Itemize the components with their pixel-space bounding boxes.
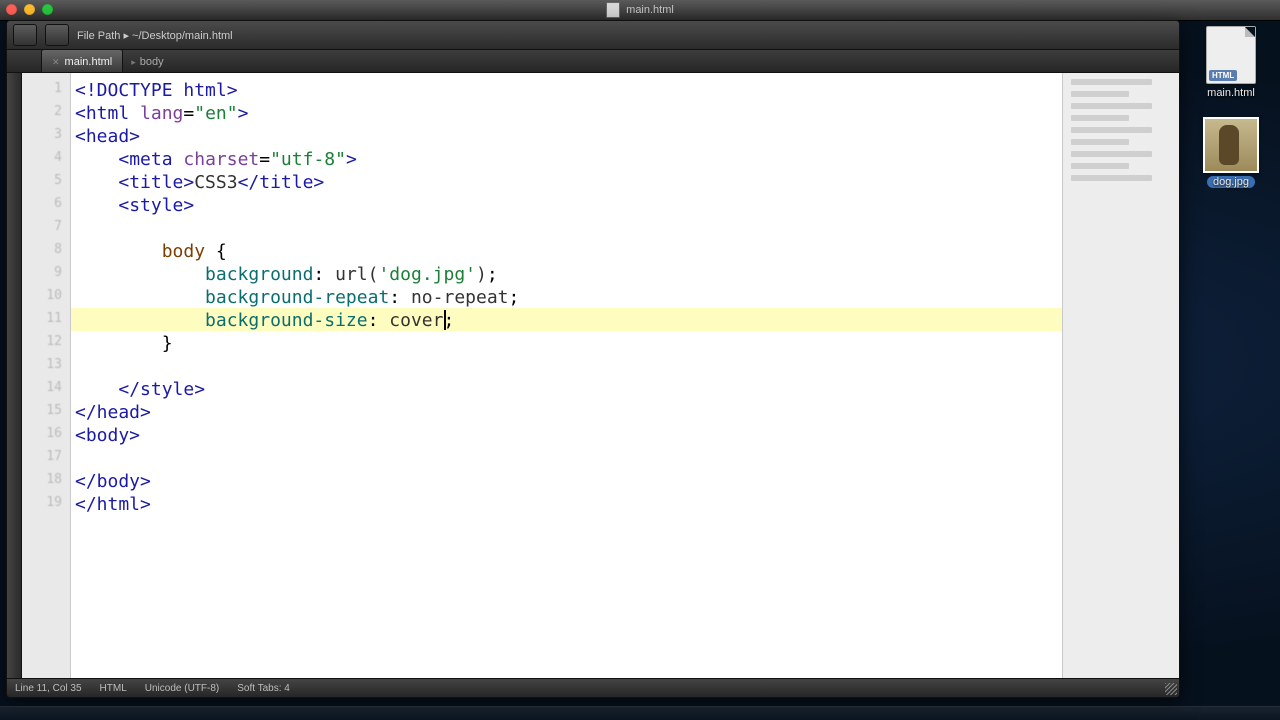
status-indent[interactable]: Soft Tabs: 4	[237, 683, 290, 694]
desktop-file-main-html[interactable]: HTML main.html	[1206, 26, 1256, 99]
tab-close-icon[interactable]: ✕	[52, 57, 60, 68]
mac-menubar: main.html	[0, 0, 1280, 21]
line-number-gutter[interactable]: 12345678910111213141516171819	[22, 73, 71, 678]
window-traffic-lights	[6, 4, 53, 15]
image-thumbnail-icon	[1203, 117, 1259, 173]
file-path[interactable]: File Path ▸ ~/Desktop/main.html	[77, 29, 233, 42]
zoom-icon[interactable]	[42, 4, 53, 15]
status-line-col[interactable]: Line 11, Col 35	[15, 683, 82, 694]
desktop-file-dog-jpg[interactable]: dog.jpg	[1203, 117, 1259, 188]
desktop-icons: HTML main.html dog.jpg	[1196, 26, 1266, 188]
status-bar: Line 11, Col 35 HTML Unicode (UTF-8) Sof…	[7, 678, 1179, 697]
editor-window: File Path ▸ ~/Desktop/main.html ✕ main.h…	[6, 20, 1180, 698]
editor-toolbar: File Path ▸ ~/Desktop/main.html	[7, 21, 1179, 50]
status-mode[interactable]: HTML	[100, 683, 127, 694]
dock[interactable]	[0, 706, 1280, 720]
editor-body: 12345678910111213141516171819 <!DOCTYPE …	[7, 73, 1179, 678]
tab-label: main.html	[65, 56, 113, 68]
nav-button[interactable]	[45, 24, 69, 46]
html-file-icon: HTML	[1206, 26, 1256, 84]
minimap[interactable]	[1062, 73, 1179, 678]
editor-tabstrip: ✕ main.html body	[7, 50, 1179, 73]
minimize-icon[interactable]	[24, 4, 35, 15]
desktop-file-label: main.html	[1207, 87, 1255, 99]
menubar-title: main.html	[626, 4, 674, 16]
document-icon	[606, 2, 620, 18]
sidebar-toggle-button[interactable]	[13, 24, 37, 46]
status-encoding[interactable]: Unicode (UTF-8)	[145, 683, 219, 694]
fold-column[interactable]	[7, 73, 22, 678]
close-icon[interactable]	[6, 4, 17, 15]
code-editor[interactable]: <!DOCTYPE html> <html lang="en"> <head> …	[71, 73, 1062, 678]
tab-main-html[interactable]: ✕ main.html	[41, 49, 123, 72]
breadcrumb-body[interactable]: body	[123, 50, 171, 72]
resize-handle-icon[interactable]	[1165, 683, 1177, 695]
desktop-image-label: dog.jpg	[1207, 176, 1255, 188]
